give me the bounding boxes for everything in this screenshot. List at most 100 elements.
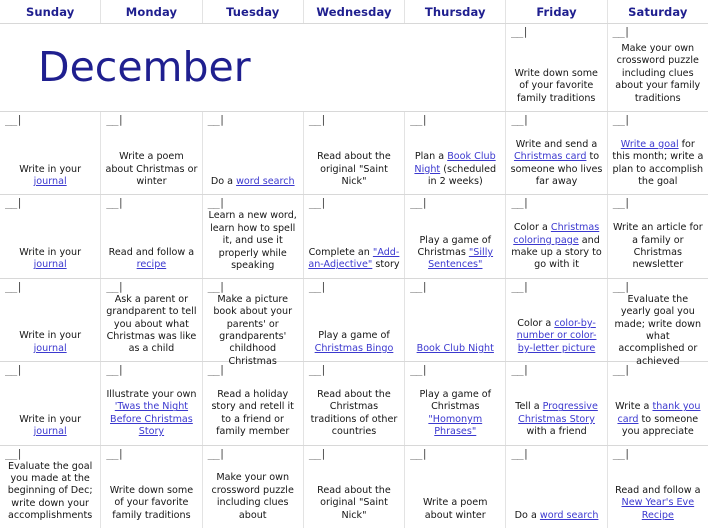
activity-text-part: Make a picture book about your parents' …: [213, 293, 293, 367]
activity-text-part: Read a holiday story and retell it to a …: [211, 389, 294, 438]
day-cell[interactable]: __| Write a goal for this month; write a …: [608, 112, 708, 194]
day-cell[interactable]: __| Write in your journal: [0, 112, 102, 195]
day-activity: Make a picture book about your parents' …: [207, 294, 299, 370]
day-cell[interactable]: __| Write in your journal: [0, 278, 102, 362]
activity-link[interactable]: journal: [34, 176, 67, 187]
activity-link[interactable]: word search: [540, 510, 599, 521]
date-write-in-blank: __|: [106, 363, 124, 377]
day-cell[interactable]: __| Read about the original "Saint Nick": [304, 445, 406, 528]
day-cell[interactable]: __| Make your own crossword puzzle includ…: [203, 445, 304, 528]
day-activity: Write a thank you card to someone you ap…: [612, 377, 704, 440]
day-cell[interactable]: __| Book Club Night: [405, 278, 507, 362]
day-cell[interactable]: __| Write a poem about winter: [405, 445, 507, 528]
day-activity: Write in your journal: [4, 210, 96, 273]
day-cell[interactable]: __| Play a game of Christmas "Silly Sente…: [405, 195, 507, 278]
date-write-in-blank: __|: [308, 446, 327, 460]
calendar-title-row: December __| Write down some of your favo…: [0, 24, 708, 112]
day-activity: Do a word search: [207, 127, 299, 190]
day-cell[interactable]: __| Tell a Progressive Christmas Story wi…: [506, 362, 608, 445]
activity-text-part: with a friend: [526, 426, 587, 438]
activity-text-part: Write down some of your favorite family …: [109, 484, 194, 521]
date-write-in-blank: __|: [106, 446, 124, 460]
day-activity: Evaluate the yearly goal you made; write…: [612, 294, 704, 370]
day-cell[interactable]: __| Complete an "Add-an-Adjective" story: [304, 195, 406, 278]
day-activity: Color a color-by-number or color-by-lett…: [510, 294, 602, 357]
day-activity-text: Plan a Book Club Night (scheduled in 2 w…: [409, 151, 501, 188]
day-cell[interactable]: __| Read about the Christmas traditions o…: [304, 362, 406, 445]
day-activity: Plan a Book Club Night (scheduled in 2 w…: [409, 127, 501, 190]
day-cell[interactable]: __| Do a word search: [506, 445, 608, 528]
day-cell[interactable]: __| Do a word search: [203, 112, 304, 195]
activity-text-part: Color a: [513, 222, 551, 234]
activity-text-part: Write down some of your favorite family …: [514, 67, 598, 104]
week-row: __| Write in your journal __| Read and foll…: [0, 195, 708, 279]
day-cell[interactable]: __| Write down some of your favorite fami…: [506, 24, 608, 111]
day-cell[interactable]: __| Write a poem about Christmas or winte…: [101, 112, 203, 195]
activity-link[interactable]: journal: [34, 259, 67, 270]
activity-text-part: Read and follow a: [615, 484, 701, 496]
activity-link[interactable]: word search: [236, 176, 295, 187]
day-activity: Illustrate your own 'Twas the Night Befo…: [105, 377, 197, 440]
activity-link[interactable]: 'Twas the Night Before Christmas Story: [110, 401, 193, 437]
day-cell[interactable]: __| Color a Christmas coloring page and m…: [506, 195, 608, 278]
date-write-in-blank: __|: [612, 363, 631, 377]
day-cell[interactable]: __| Read and follow a recipe: [101, 195, 203, 278]
day-cell[interactable]: __| Write a thank you card to someone you…: [608, 362, 708, 444]
activity-link[interactable]: Christmas card: [514, 151, 586, 162]
day-activity: Make your own crossword puzzle including…: [207, 461, 299, 524]
day-activity-text: Book Club Night: [409, 343, 501, 355]
day-cell[interactable]: __| Color a color-by-number or color-by-l…: [506, 278, 608, 362]
day-activity-text: Color a Christmas coloring page and make…: [510, 222, 602, 272]
day-cell[interactable]: __| Ask a parent or grandparent to tell y…: [101, 278, 203, 362]
activity-link[interactable]: journal: [34, 426, 67, 437]
calendar-week-rows: __| Write in your journal __| Write a poem …: [0, 112, 708, 528]
day-cell[interactable]: __| Read a holiday story and retell it to…: [203, 362, 304, 445]
day-cell[interactable]: __| Write in your journal: [0, 195, 102, 278]
activity-link[interactable]: "Homonym Phrases": [428, 414, 482, 437]
activity-text-part: Write and send a: [515, 138, 598, 150]
day-cell[interactable]: __| Write in your journal: [0, 362, 102, 445]
day-activity-text: Read about the original "Saint Nick": [308, 151, 400, 188]
activity-text-part: Write a poem about winter: [423, 497, 488, 521]
day-cell[interactable]: __| Evaluate the yearly goal you made; wr…: [608, 279, 708, 367]
date-write-in-blank: __|: [5, 196, 23, 210]
day-cell[interactable]: __| Read and follow a New Year's Eve Reci…: [608, 446, 708, 528]
day-cell[interactable]: __| Write an article for a family or Chri…: [608, 195, 708, 277]
day-cell[interactable]: __| Read about the original "Saint Nick": [304, 112, 406, 195]
activity-link[interactable]: Book Club Night: [417, 343, 494, 354]
day-activity: Make your own crossword puzzle including…: [612, 39, 705, 107]
day-activity-text: Make your own crossword puzzle including…: [612, 43, 705, 105]
activity-text-part: Do a: [514, 509, 540, 521]
date-write-in-blank: __|: [207, 279, 226, 293]
activity-link[interactable]: New Year's Eve Recipe: [622, 497, 695, 520]
day-activity: Write a goal for this month; write a pla…: [612, 127, 704, 190]
day-cell[interactable]: __| Make your own crossword puzzle includ…: [608, 24, 708, 111]
day-activity-text: Play a game of Christmas "Silly Sentence…: [409, 235, 501, 272]
date-write-in-blank: __|: [410, 279, 428, 293]
day-cell[interactable]: __| Plan a Book Club Night (scheduled in …: [405, 112, 507, 195]
activity-link[interactable]: journal: [34, 343, 67, 354]
activity-text-part: Write in your: [19, 330, 82, 342]
activity-link[interactable]: Write a goal: [621, 139, 679, 150]
day-cell[interactable]: __| Learn a new word, learn how to spell …: [203, 195, 304, 278]
day-cell[interactable]: __| Write and send a Christmas card to so…: [506, 112, 608, 195]
date-write-in-blank: __|: [106, 279, 124, 293]
day-activity: Ask a parent or grandparent to tell you …: [105, 294, 197, 358]
weekday-header-tuesday: Tuesday: [203, 0, 304, 23]
day-cell[interactable]: __| Illustrate your own 'Twas the Night B…: [101, 362, 203, 445]
day-activity-text: Play a game of Christmas "Homonym Phrase…: [409, 389, 501, 439]
day-cell[interactable]: __| Make a picture book about your parent…: [203, 278, 304, 367]
date-write-in-blank: __|: [5, 279, 23, 293]
day-cell[interactable]: __| Write down some of your favorite fami…: [101, 445, 203, 528]
date-write-in-blank: __|: [511, 196, 529, 210]
day-cell[interactable]: __| Play a game of Christmas Bingo: [304, 278, 406, 362]
month-title-block: December: [0, 24, 506, 111]
activity-text-part: Do a: [210, 176, 237, 187]
activity-link[interactable]: Christmas Bingo: [315, 343, 394, 354]
day-activity: Write and send a Christmas card to someo…: [510, 127, 603, 190]
day-cell[interactable]: __| Evaluate the goal you made at the beg…: [0, 445, 102, 528]
activity-link[interactable]: recipe: [137, 259, 167, 270]
day-cell[interactable]: __| Play a game of Christmas "Homonym Phr…: [405, 362, 507, 445]
date-write-in-blank: __|: [511, 363, 529, 377]
activity-text-part: story: [372, 259, 400, 271]
